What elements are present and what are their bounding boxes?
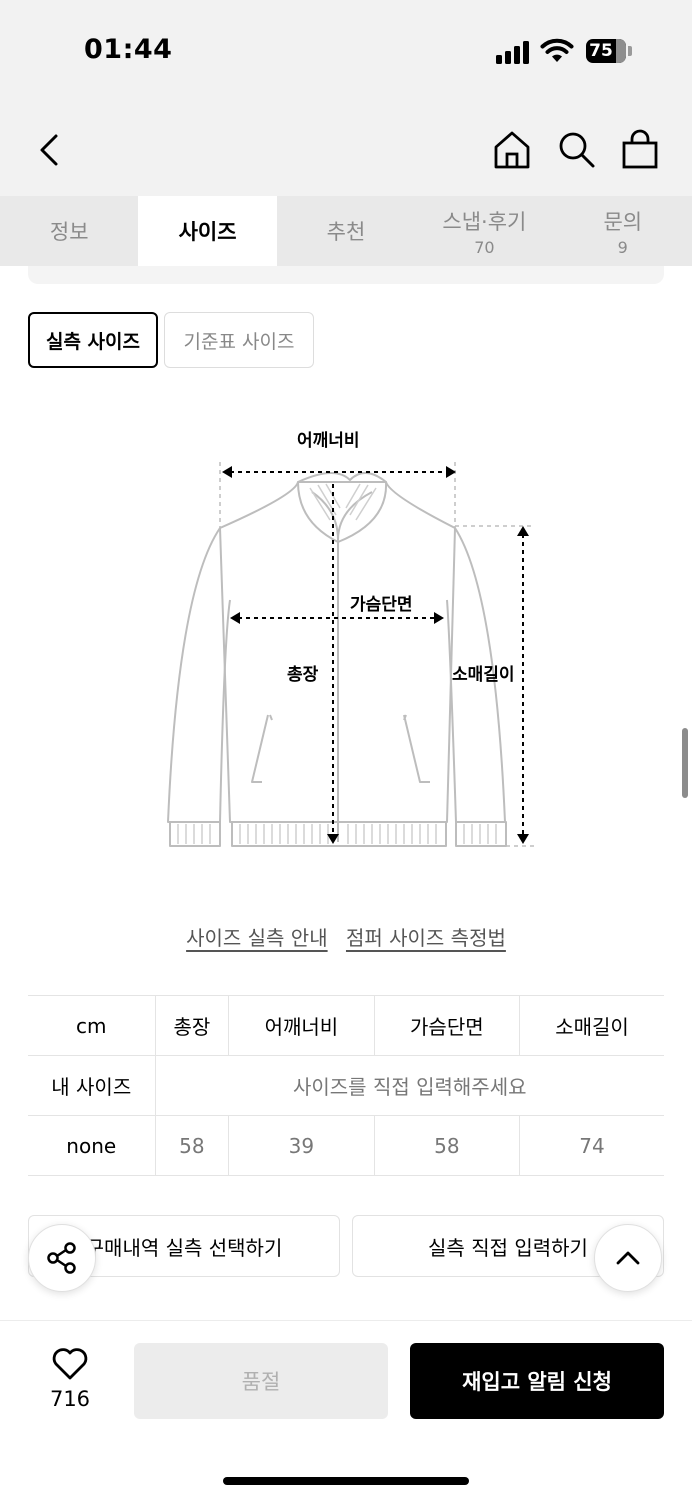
- table-cell: 58: [154, 1115, 229, 1176]
- tab-label: 정보: [49, 220, 89, 244]
- tab-count: 9: [617, 237, 628, 257]
- share-button[interactable]: [28, 1224, 96, 1292]
- size-guide-link[interactable]: 사이즈 실측 안내: [186, 926, 328, 950]
- share-icon: [47, 1242, 76, 1274]
- length-label: 총장: [287, 665, 319, 685]
- tab-inquiry[interactable]: 문의 9: [554, 196, 692, 266]
- previous-section-edge: [28, 266, 664, 284]
- size-guide-links: 사이즈 실측 안내 점퍼 사이즈 측정법: [0, 922, 692, 951]
- table-header: cm: [28, 995, 155, 1056]
- chest-label: 가슴단면: [350, 595, 413, 615]
- table-cell: 74: [519, 1115, 664, 1176]
- wifi-icon: [540, 38, 574, 62]
- tab-size[interactable]: 사이즈: [138, 196, 277, 266]
- clock: 01:44: [84, 34, 173, 65]
- my-size-row: 내 사이즈 사이즈를 직접 입력해주세요: [28, 1055, 664, 1116]
- restock-alert-button[interactable]: 재입고 알림 신청: [410, 1343, 664, 1419]
- table-header-row: cm 총장 어깨너비 가슴단면 소매길이: [28, 995, 664, 1056]
- product-tabs: 정보 사이즈 추천 스냅·후기 70 문의 9: [0, 196, 692, 266]
- measure-method-link[interactable]: 점퍼 사이즈 측정법: [346, 926, 506, 950]
- table-cell: 58: [373, 1115, 520, 1176]
- tab-label: 사이즈: [178, 220, 237, 244]
- table-cell: 39: [228, 1115, 375, 1176]
- shopping-bag-icon[interactable]: [618, 128, 662, 172]
- jacket-outline: [167, 462, 535, 847]
- cellular-signal-icon: [496, 40, 532, 64]
- table-row: none 58 39 58 74: [28, 1115, 664, 1176]
- my-size-label: 내 사이즈: [28, 1055, 155, 1116]
- size-name-cell: none: [28, 1115, 155, 1176]
- table-header: 소매길이: [519, 995, 664, 1056]
- battery-icon: 75: [586, 39, 626, 63]
- chevron-up-icon: [616, 1251, 640, 1265]
- heart-icon: [52, 1348, 88, 1380]
- tab-info[interactable]: 정보: [0, 196, 138, 266]
- tab-label: 스냅·후기: [442, 209, 527, 234]
- status-bar: 01:44 75: [0, 0, 692, 100]
- standard-size-toggle[interactable]: 기준표 사이즈: [164, 312, 314, 368]
- size-table: cm 총장 어깨너비 가슴단면 소매길이 내 사이즈 사이즈를 직접 입력해주세…: [28, 995, 664, 1176]
- measured-size-toggle[interactable]: 실측 사이즈: [28, 312, 158, 368]
- bottom-action-bar: 716 품절 재입고 알림 신청: [0, 1320, 692, 1500]
- scroll-top-button[interactable]: [594, 1224, 662, 1292]
- battery-level: 75: [589, 41, 613, 61]
- button-label: 실측 직접 입력하기: [428, 1235, 588, 1260]
- table-header: 가슴단면: [373, 995, 520, 1056]
- tab-label: 추천: [326, 220, 366, 244]
- back-icon[interactable]: [28, 128, 72, 172]
- like-button[interactable]: 716: [40, 1347, 100, 1411]
- soldout-button: 품절: [134, 1343, 388, 1419]
- top-nav: [0, 100, 692, 196]
- scrollbar[interactable]: [682, 728, 688, 798]
- home-icon[interactable]: [490, 128, 534, 172]
- tab-label: 문의: [603, 209, 643, 234]
- tab-count: 70: [474, 237, 495, 257]
- search-icon[interactable]: [554, 128, 598, 172]
- my-size-input[interactable]: 사이즈를 직접 입력해주세요: [154, 1055, 664, 1116]
- jacket-measurement-diagram: 어깨너비 가슴단면 총장 소매길이: [150, 410, 550, 870]
- like-count: 716: [49, 1387, 91, 1411]
- tab-snap-review[interactable]: 스냅·후기 70: [415, 196, 553, 266]
- home-indicator: [223, 1477, 469, 1485]
- shoulder-label: 어깨너비: [297, 431, 360, 451]
- button-label: 구매내역 실측 선택하기: [85, 1235, 283, 1260]
- tab-recommend[interactable]: 추천: [277, 196, 415, 266]
- sleeve-label: 소매길이: [452, 665, 515, 685]
- table-header: 총장: [154, 995, 229, 1056]
- table-header: 어깨너비: [228, 995, 375, 1056]
